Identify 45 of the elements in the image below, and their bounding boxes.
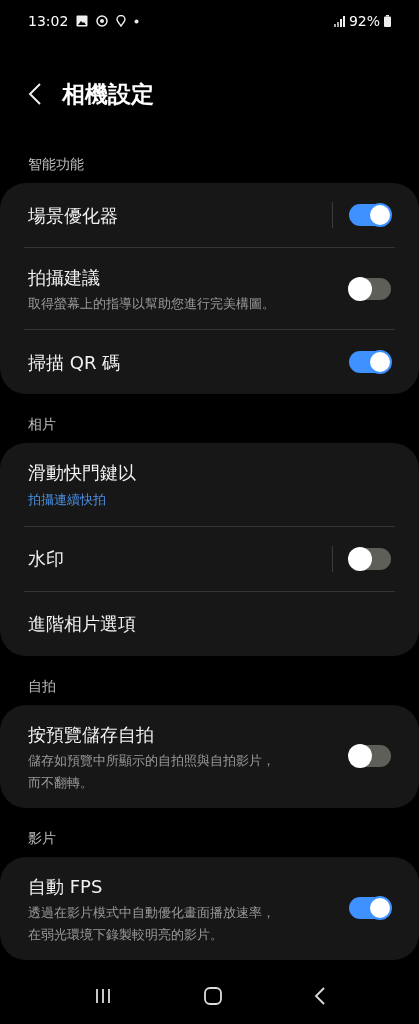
settings-item[interactable]: 水印	[0, 526, 419, 591]
section-header: 影片	[27, 828, 57, 848]
item-description: 取得螢幕上的指導以幫助您進行完美構圖。	[28, 295, 276, 313]
settings-item[interactable]: 按預覽儲存自拍 儲存如預覽中所顯示的自拍照與自拍影片， 而不翻轉。	[0, 704, 419, 808]
image-icon	[76, 15, 89, 27]
toggle-switch[interactable]	[349, 204, 391, 226]
item-value: 拍攝連續快拍	[28, 491, 107, 509]
item-label: 自動 FPS	[28, 874, 104, 899]
section-header: 智能功能	[27, 155, 85, 174]
settings-item[interactable]: 拍攝建議 取得螢幕上的指導以幫助您進行完美構圖。	[0, 248, 419, 329]
item-description: 透過在影片模式中自動優化畫面播放速率，	[28, 903, 276, 922]
item-label: 進階相片選項	[28, 612, 137, 636]
item-label: 水印	[28, 547, 65, 571]
section-header: 相片	[27, 415, 57, 434]
item-label: 滑動快門鍵以	[28, 461, 137, 485]
toggle-switch[interactable]	[349, 897, 391, 919]
toggle-switch[interactable]	[349, 351, 391, 373]
battery-percent: 92%	[348, 11, 380, 31]
toggle-switch[interactable]	[349, 547, 391, 570]
settings-item[interactable]: 進階相片選項	[0, 591, 419, 656]
battery-icon	[384, 15, 391, 27]
item-label: 場景優化器	[28, 203, 119, 228]
section-header: 自拍	[27, 676, 57, 696]
settings-item[interactable]: 自動 FPS 透過在影片模式中自動優化畫面播放速率， 在弱光環境下錄製較明亮的影片。	[0, 856, 419, 960]
toggle-switch[interactable]	[349, 745, 391, 767]
settings-item[interactable]: 掃描 QR 碼	[0, 330, 419, 394]
recent-apps-icon[interactable]	[93, 987, 112, 1005]
settings-item[interactable]: 滑動快門鍵以 拍攝連續快拍	[0, 443, 419, 526]
location-pin-icon	[116, 15, 127, 27]
item-label: 掃描 QR 碼	[28, 350, 122, 375]
signal-icon	[333, 15, 345, 27]
back-icon[interactable]	[28, 82, 42, 106]
item-label: 按預覽儲存自拍	[28, 722, 155, 747]
back-icon[interactable]	[313, 986, 326, 1006]
item-description: 在弱光環境下錄製較明亮的影片。	[28, 925, 224, 944]
settings-item[interactable]: 場景優化器	[0, 183, 419, 247]
toggle-switch[interactable]	[349, 277, 391, 300]
clock: 13:02	[28, 11, 69, 31]
item-description: 而不翻轉。	[28, 773, 94, 792]
item-label: 拍攝建議	[28, 266, 101, 290]
dot-icon	[134, 18, 140, 24]
circle-icon	[96, 15, 109, 27]
item-description: 儲存如預覽中所顯示的自拍照與自拍影片，	[28, 751, 276, 770]
page-title: 相機設定	[62, 79, 154, 109]
home-icon[interactable]	[202, 986, 223, 1006]
